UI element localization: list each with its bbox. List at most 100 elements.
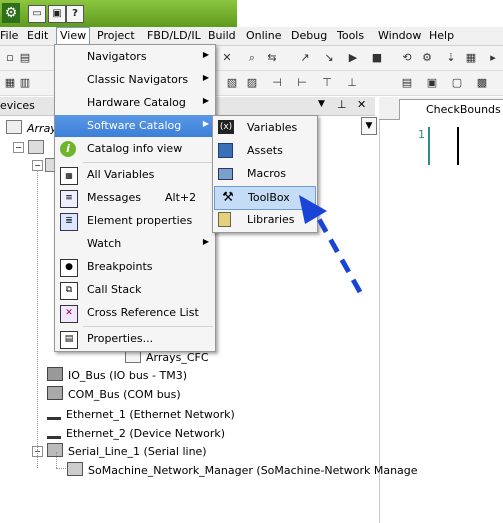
menu-item-all-variables[interactable]: ▦ All Variables [55, 164, 215, 186]
submenu-arrow-icon: ▶ [202, 119, 209, 128]
toolbar-new-icon[interactable]: ▫ [3, 51, 17, 65]
menu-item-cross-reference-list[interactable]: ✕ Cross Reference List [55, 302, 215, 324]
tree-item-com-bus[interactable]: COM_Bus (COM bus) [47, 386, 181, 401]
tree-item-ethernet-2[interactable]: Ethernet_2 (Device Network) [47, 424, 225, 440]
network-manager-icon [67, 462, 83, 476]
messages-icon: ≡ [60, 190, 78, 208]
menu-item-watch[interactable]: Watch ▶ [55, 233, 215, 255]
panel-dropdown-icon[interactable]: ▼ [318, 99, 325, 109]
callstack-icon: ⧉ [60, 282, 78, 300]
toolbar-logout-icon[interactable]: ↘ [322, 51, 336, 65]
toolbar-stop-icon[interactable]: ■ [370, 51, 384, 65]
toolbar2-network-icon[interactable]: ▤ [400, 76, 414, 90]
menu-online[interactable]: Online [246, 29, 281, 42]
assets-icon [218, 143, 233, 158]
app-gear-icon[interactable]: ⚙ [2, 3, 20, 23]
title-bar: ⚙ ▭ ▣ ? [0, 0, 503, 27]
devices-panel-title: evices [0, 99, 35, 112]
menu-debug[interactable]: Debug [291, 29, 327, 42]
submenu-item-libraries[interactable]: Libraries [213, 209, 317, 231]
menu-item-navigators[interactable]: Navigators ▶ [55, 46, 215, 68]
menu-item-breakpoints[interactable]: ● Breakpoints [55, 256, 215, 278]
toolbar2-return-icon[interactable]: ▩ [475, 76, 489, 90]
toolbar-download-icon[interactable]: ⇣ [444, 51, 458, 65]
toolbar2-branch-icon[interactable]: ▣ [425, 76, 439, 90]
toolbar2-layout-icon[interactable]: ▥ [18, 76, 32, 90]
submenu-item-assets[interactable]: Assets [213, 140, 317, 162]
toolbar2-contact-icon[interactable]: ⊣ [270, 76, 284, 90]
toolbar2-pos-icon[interactable]: ⊤ [320, 76, 334, 90]
menu-help[interactable]: Help [429, 29, 454, 42]
macros-icon [218, 168, 233, 180]
view-menu: Navigators ▶ Classic Navigators ▶ Hardwa… [54, 44, 216, 352]
menu-item-element-properties[interactable]: ≣ Element properties [55, 210, 215, 232]
tree-item-ethernet-1[interactable]: Ethernet_1 (Ethernet Network) [47, 405, 235, 421]
toolbar-reset-icon[interactable]: ⟲ [400, 51, 414, 65]
toolbar-delete-icon[interactable]: ✕ [220, 51, 234, 65]
submenu-arrow-icon: ▶ [202, 96, 209, 105]
toolbox-icon: ⚒ [222, 190, 234, 205]
menu-build[interactable]: Build [208, 29, 236, 42]
toolbar-login-icon[interactable]: ↗ [298, 51, 312, 65]
software-catalog-submenu: (x) Variables Assets Macros ⚒ ToolBox Li… [212, 115, 318, 233]
network-icon [47, 405, 61, 420]
tab-checkbounds[interactable]: CheckBounds [399, 99, 503, 120]
editor-caret [457, 127, 459, 165]
menu-item-software-catalog[interactable]: Software Catalog ▶ [55, 115, 215, 137]
menu-item-messages[interactable]: ≡ Messages Alt+2 [55, 187, 215, 209]
toolbar2-coil-icon[interactable]: ⊢ [295, 76, 309, 90]
tree-item-io-bus[interactable]: IO_Bus (IO bus - TM3) [47, 367, 187, 382]
toolbar-compile-icon[interactable]: ⚙ [420, 51, 434, 65]
close-icon[interactable]: ✕ [357, 98, 366, 111]
tree-expander[interactable]: − [13, 142, 24, 153]
toolbar-device-icon[interactable]: ▦ [464, 51, 478, 65]
network-icon [47, 424, 61, 439]
devices-dropdown-icon[interactable]: ▼ [361, 117, 377, 135]
submenu-item-toolbox[interactable]: ⚒ ToolBox [214, 186, 316, 210]
tab-label: CheckBounds [426, 103, 501, 116]
menu-item-call-stack[interactable]: ⧉ Call Stack [55, 279, 215, 301]
tree-connector [56, 452, 58, 468]
toolbar2-neg-icon[interactable]: ⊥ [345, 76, 359, 90]
toolbar-run-icon[interactable]: ▶ [346, 51, 360, 65]
menu-item-classic-navigators[interactable]: Classic Navigators ▶ [55, 69, 215, 91]
submenu-arrow-icon: ▶ [202, 73, 209, 82]
menu-edit[interactable]: Edit [27, 29, 48, 42]
submenu-item-variables[interactable]: (x) Variables [213, 117, 317, 139]
save-icon[interactable]: ▣ [48, 5, 66, 23]
tree-item-network-manager[interactable]: SoMachine_Network_Manager (SoMachine-Net… [67, 462, 418, 477]
breakpoints-icon: ● [60, 259, 78, 277]
toolbar-replace-icon[interactable]: ⇆ [265, 51, 279, 65]
libraries-icon [218, 212, 231, 227]
editor-panel [379, 97, 503, 523]
pin-icon[interactable]: ⊥ [337, 98, 347, 111]
toolbar2-box-icon[interactable]: ▨ [245, 76, 259, 90]
toolbar2-block-icon[interactable]: ▧ [225, 76, 239, 90]
help-icon[interactable]: ? [66, 5, 84, 23]
toolbar-find-icon[interactable]: ⌕ [245, 51, 259, 65]
toolbar2-jump-icon[interactable]: ▢ [450, 76, 464, 90]
menu-item-catalog-info-view[interactable]: i Catalog info view [55, 138, 215, 160]
menu-tools[interactable]: Tools [337, 29, 364, 42]
toolbar2-grid-icon[interactable]: ▦ [3, 76, 17, 90]
tree-item-serial-line-1[interactable]: Serial_Line_1 (Serial line) [47, 443, 207, 458]
menu-project[interactable]: Project [97, 29, 135, 42]
menu-file[interactable]: File [0, 29, 18, 42]
toolbar-more-icon[interactable]: ▸ [486, 51, 500, 65]
tree-connector [37, 450, 39, 468]
tree-connector [37, 170, 39, 450]
new-icon[interactable]: ▭ [28, 5, 46, 23]
crossref-icon: ✕ [60, 305, 78, 323]
tree-item-array[interactable]: Array [6, 120, 57, 135]
submenu-item-macros[interactable]: Macros [213, 163, 317, 185]
controller-icon [28, 140, 44, 154]
menu-item-hardware-catalog[interactable]: Hardware Catalog ▶ [55, 92, 215, 114]
toolbar-open-icon[interactable]: ▤ [18, 51, 32, 65]
submenu-arrow-icon: ▶ [202, 50, 209, 59]
menu-fbd-ld-il[interactable]: FBD/LD/IL [147, 29, 201, 42]
menu-window[interactable]: Window [378, 29, 421, 42]
line-number: 1 [418, 128, 425, 141]
menu-item-properties[interactable]: ▤ Properties... [55, 328, 215, 350]
com-bus-icon [47, 386, 63, 400]
variables-catalog-icon: (x) [218, 120, 234, 134]
